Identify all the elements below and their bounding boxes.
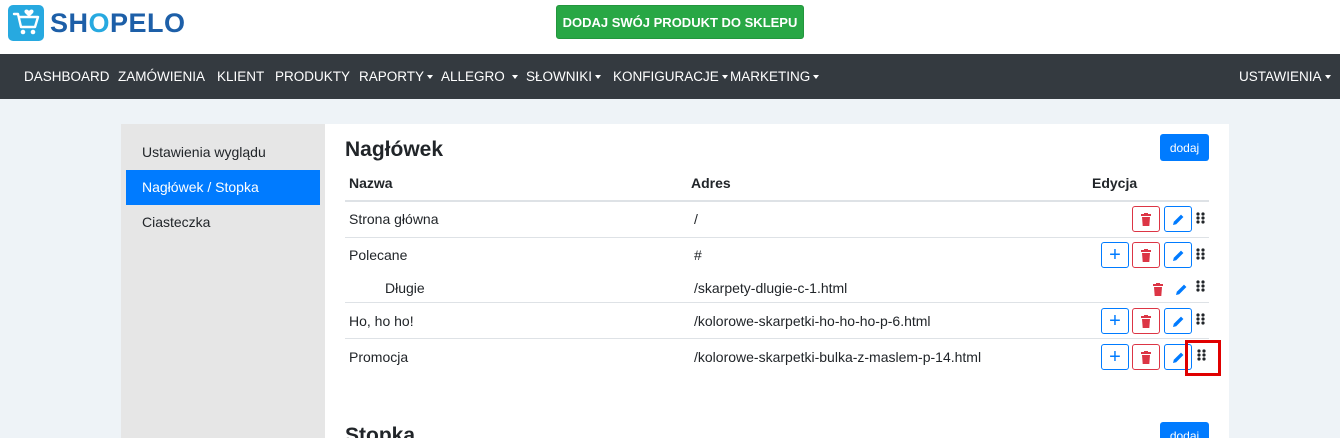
chevron-down-icon <box>813 75 820 80</box>
row-divider <box>345 237 1209 238</box>
pencil-icon <box>1175 284 1186 295</box>
drag-handle-icon[interactable] <box>1196 280 1206 292</box>
delete-button[interactable] <box>1132 308 1160 334</box>
sidebar-item-cookies[interactable]: Ciasteczka <box>126 205 320 240</box>
edit-button[interactable] <box>1164 206 1192 232</box>
edit-button[interactable] <box>1171 276 1191 302</box>
plus-icon: + <box>1109 244 1121 266</box>
sidebar-item-header-footer[interactable]: Nagłówek / Stopka <box>126 170 320 205</box>
nav-slowniki[interactable]: SŁOWNIKI <box>526 54 602 99</box>
pencil-icon <box>1172 250 1183 261</box>
chevron-down-icon <box>1324 75 1331 80</box>
row-address: # <box>694 247 702 263</box>
sidebar-item-appearance[interactable]: Ustawienia wyglądu <box>126 135 320 170</box>
nav-ustawienia[interactable]: USTAWIENIA <box>1239 54 1331 99</box>
pencil-icon <box>1172 316 1183 327</box>
trash-icon <box>1141 314 1151 328</box>
content-card: Nagłówek dodaj Nazwa Adres Edycja Strona… <box>325 124 1229 438</box>
delete-button[interactable] <box>1132 242 1160 268</box>
nav-marketing[interactable]: MARKETING <box>730 54 820 99</box>
row-name: Długie <box>385 280 425 296</box>
add-child-button[interactable]: + <box>1101 242 1129 268</box>
chevron-down-icon <box>427 75 434 80</box>
chevron-down-icon <box>511 75 518 80</box>
nav-konfiguracje[interactable]: KONFIGURACJE <box>613 54 728 99</box>
row-name: Polecane <box>349 247 408 263</box>
row-address: /skarpety-dlugie-c-1.html <box>694 280 848 296</box>
highlight-box <box>1185 340 1221 376</box>
main-navbar: DASHBOARD ZAMÓWIENIA KLIENT PRODUKTY RAP… <box>0 54 1340 99</box>
trash-icon <box>1141 248 1151 262</box>
table-divider <box>345 200 1209 202</box>
plus-icon: + <box>1109 310 1121 332</box>
shopelo-logo[interactable]: SHOPELO <box>8 5 186 41</box>
settings-sidebar: Ustawienia wyglądu Nagłówek / Stopka Cia… <box>121 124 325 438</box>
delete-button[interactable] <box>1132 344 1160 370</box>
edit-button[interactable] <box>1164 242 1192 268</box>
nav-dashboard[interactable]: DASHBOARD <box>24 54 110 99</box>
chevron-down-icon <box>595 75 602 80</box>
row-name: Strona główna <box>349 211 439 227</box>
column-header-edit: Edycja <box>1092 175 1138 191</box>
footer-section-title: Stopka <box>345 424 416 438</box>
drag-handle-icon[interactable] <box>1196 212 1206 224</box>
column-header-address: Adres <box>691 175 731 191</box>
drag-handle-icon[interactable] <box>1196 313 1206 325</box>
cart-logo-icon <box>8 5 44 41</box>
column-header-name: Nazwa <box>349 175 393 191</box>
pencil-icon <box>1172 214 1183 225</box>
row-name: Ho, ho ho! <box>349 313 414 329</box>
drag-handle-icon[interactable] <box>1196 248 1206 260</box>
top-bar: SHOPELO DODAJ SWÓJ PRODUKT DO SKLEPU <box>0 0 1340 54</box>
pencil-icon <box>1172 352 1183 363</box>
add-footer-link-button[interactable]: dodaj <box>1160 422 1209 438</box>
trash-icon <box>1141 212 1151 226</box>
row-divider <box>345 338 1209 339</box>
nav-produkty[interactable]: PRODUKTY <box>275 54 350 99</box>
nav-raporty[interactable]: RAPORTY <box>359 54 434 99</box>
delete-button[interactable] <box>1148 276 1168 302</box>
add-header-link-button[interactable]: dodaj <box>1160 134 1209 161</box>
nav-zamowienia[interactable]: ZAMÓWIENIA <box>118 54 205 99</box>
header-section-title: Nagłówek <box>345 138 444 161</box>
chevron-down-icon <box>721 75 728 80</box>
nav-allegro[interactable]: ALLEGRO <box>441 54 518 99</box>
trash-icon <box>1141 350 1151 364</box>
row-address: /kolorowe-skarpetki-ho-ho-ho-p-6.html <box>694 313 931 329</box>
row-address: / <box>694 211 698 227</box>
add-product-button[interactable]: DODAJ SWÓJ PRODUKT DO SKLEPU <box>556 5 804 39</box>
add-child-button[interactable]: + <box>1101 308 1129 334</box>
add-child-button[interactable]: + <box>1101 344 1129 370</box>
edit-button[interactable] <box>1164 308 1192 334</box>
plus-icon: + <box>1109 346 1121 368</box>
row-name: Promocja <box>349 349 409 365</box>
delete-button[interactable] <box>1132 206 1160 232</box>
row-address: /kolorowe-skarpetki-bulka-z-maslem-p-14.… <box>694 349 982 365</box>
trash-icon <box>1153 282 1163 296</box>
brand-name: SHOPELO <box>50 7 186 38</box>
nav-klient[interactable]: KLIENT <box>217 54 264 99</box>
row-divider <box>345 302 1209 303</box>
